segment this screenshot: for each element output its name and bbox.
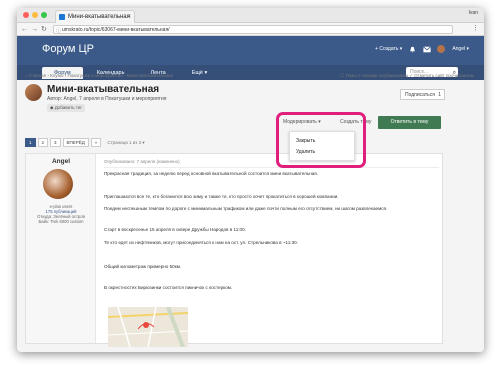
- route-map-image[interactable]: [108, 307, 188, 347]
- url-text: umskrato.ru/topic/63067-мини-вкатыватель…: [62, 27, 170, 33]
- title-bar: Мини-вкатывательная × Ivan: [17, 8, 484, 23]
- post-paragraph: Старт в воскресенье 15 апреля в сквере Д…: [104, 227, 246, 232]
- author-bike: Байк: Trek 6000 custom: [38, 219, 84, 224]
- reply-button[interactable]: Ответить в тему: [378, 116, 441, 129]
- topic-header: Мини-вкатывательная Автор: Angel, 7 апре…: [25, 84, 445, 114]
- page-title: Мини-вкатывательная: [47, 84, 160, 95]
- site-favicon-icon: [59, 14, 65, 20]
- user-menu-button[interactable]: Angel ▾: [452, 46, 469, 52]
- next-page-button[interactable]: ВПЕРЁД: [62, 138, 89, 147]
- topic-author-avatar[interactable]: [25, 84, 42, 101]
- page-2-button[interactable]: 2: [37, 138, 49, 147]
- follow-count: 1: [438, 92, 441, 98]
- post-author-column: Angel e-plus users 175 публикаций Откуда…: [26, 154, 96, 343]
- post-paragraph: Поедем неспешным темпом по дороге с мини…: [104, 206, 388, 211]
- url-field[interactable]: ⓘ umskrato.ru/topic/63067-мини-вкатывате…: [53, 25, 453, 34]
- page-info-icon[interactable]: ⓘ: [56, 27, 61, 35]
- follow-button[interactable]: Подписаться 1: [400, 89, 445, 100]
- header-actions: + Создать ▾ Angel ▾: [375, 45, 469, 53]
- highlight-annotation: [276, 112, 366, 168]
- post-paragraph: В окрестностях Бирюзинки состоится пикни…: [104, 285, 233, 290]
- page-1-button[interactable]: 1: [25, 138, 36, 147]
- notifications-bell-icon[interactable]: [409, 46, 416, 53]
- close-tab-icon[interactable]: ×: [127, 11, 131, 23]
- browser-menu-icon[interactable]: ⋮: [472, 24, 479, 32]
- post-date: Опубликовано: 7 апреля (изменено): [104, 159, 180, 164]
- address-bar-row: ←→↻ ⓘ umskrato.ru/topic/63067-мини-вкаты…: [17, 23, 484, 36]
- browser-user[interactable]: Ivan: [469, 10, 478, 16]
- post-divider: [104, 167, 439, 168]
- browser-nav-buttons: ←→↻: [21, 25, 50, 33]
- create-menu-button[interactable]: + Создать ▾: [375, 46, 402, 52]
- post-author-photo[interactable]: [43, 169, 73, 199]
- post-author-name[interactable]: Angel: [26, 158, 96, 165]
- add-tag-badge[interactable]: ◆ Добавить тег: [47, 104, 86, 112]
- unread-links[interactable]: ☐ Темы с новыми сообщениями ✓ Отметить с…: [340, 73, 474, 79]
- minimize-window-button[interactable]: [32, 12, 38, 18]
- maximize-window-button[interactable]: [41, 12, 47, 18]
- page-indicator[interactable]: Страница 1 из 3 ▾: [107, 140, 144, 146]
- post-paragraph: Приглашаются все те, кто боганился всю з…: [104, 194, 339, 199]
- forward-arrow-icon[interactable]: →: [31, 26, 41, 33]
- post-paragraph: Прекрасная традиция, за неделю перед осн…: [104, 171, 319, 176]
- follow-label: Подписаться: [405, 92, 435, 98]
- topic-author-line: Автор: Angel, 7 апреля в Покатушки и мер…: [47, 96, 167, 102]
- close-window-button[interactable]: [23, 12, 29, 18]
- breadcrumb[interactable]: ⌂ Главная › Клубы › Покатушки и мероприя…: [25, 73, 173, 78]
- page-3-button[interactable]: 3: [50, 138, 61, 147]
- back-arrow-icon[interactable]: ←: [21, 26, 31, 33]
- forum-post: Angel e-plus users 175 публикаций Откуда…: [25, 153, 443, 347]
- nav-tab-more[interactable]: Ещё ▾: [180, 67, 220, 79]
- last-page-button[interactable]: »: [90, 138, 102, 147]
- browser-tab[interactable]: Мини-вкатывательная ×: [55, 10, 135, 23]
- messages-envelope-icon[interactable]: [423, 45, 432, 53]
- user-avatar[interactable]: [437, 45, 446, 53]
- post-paragraph: Те кто едет из нефтяников, могут присоед…: [104, 240, 298, 245]
- tab-title: Мини-вкатывательная: [68, 14, 130, 20]
- reload-icon[interactable]: ↻: [41, 26, 50, 33]
- site-header: Форум ЦР + Создать ▾ Angel ▾: [17, 36, 484, 65]
- pagination: 1 2 3 ВПЕРЁД » Страница 1 из 3 ▾: [25, 138, 145, 147]
- window-controls: [23, 12, 47, 18]
- site-logo[interactable]: Форум ЦР: [42, 43, 94, 55]
- post-paragraph: Общий километраж примерно 50км.: [104, 264, 182, 269]
